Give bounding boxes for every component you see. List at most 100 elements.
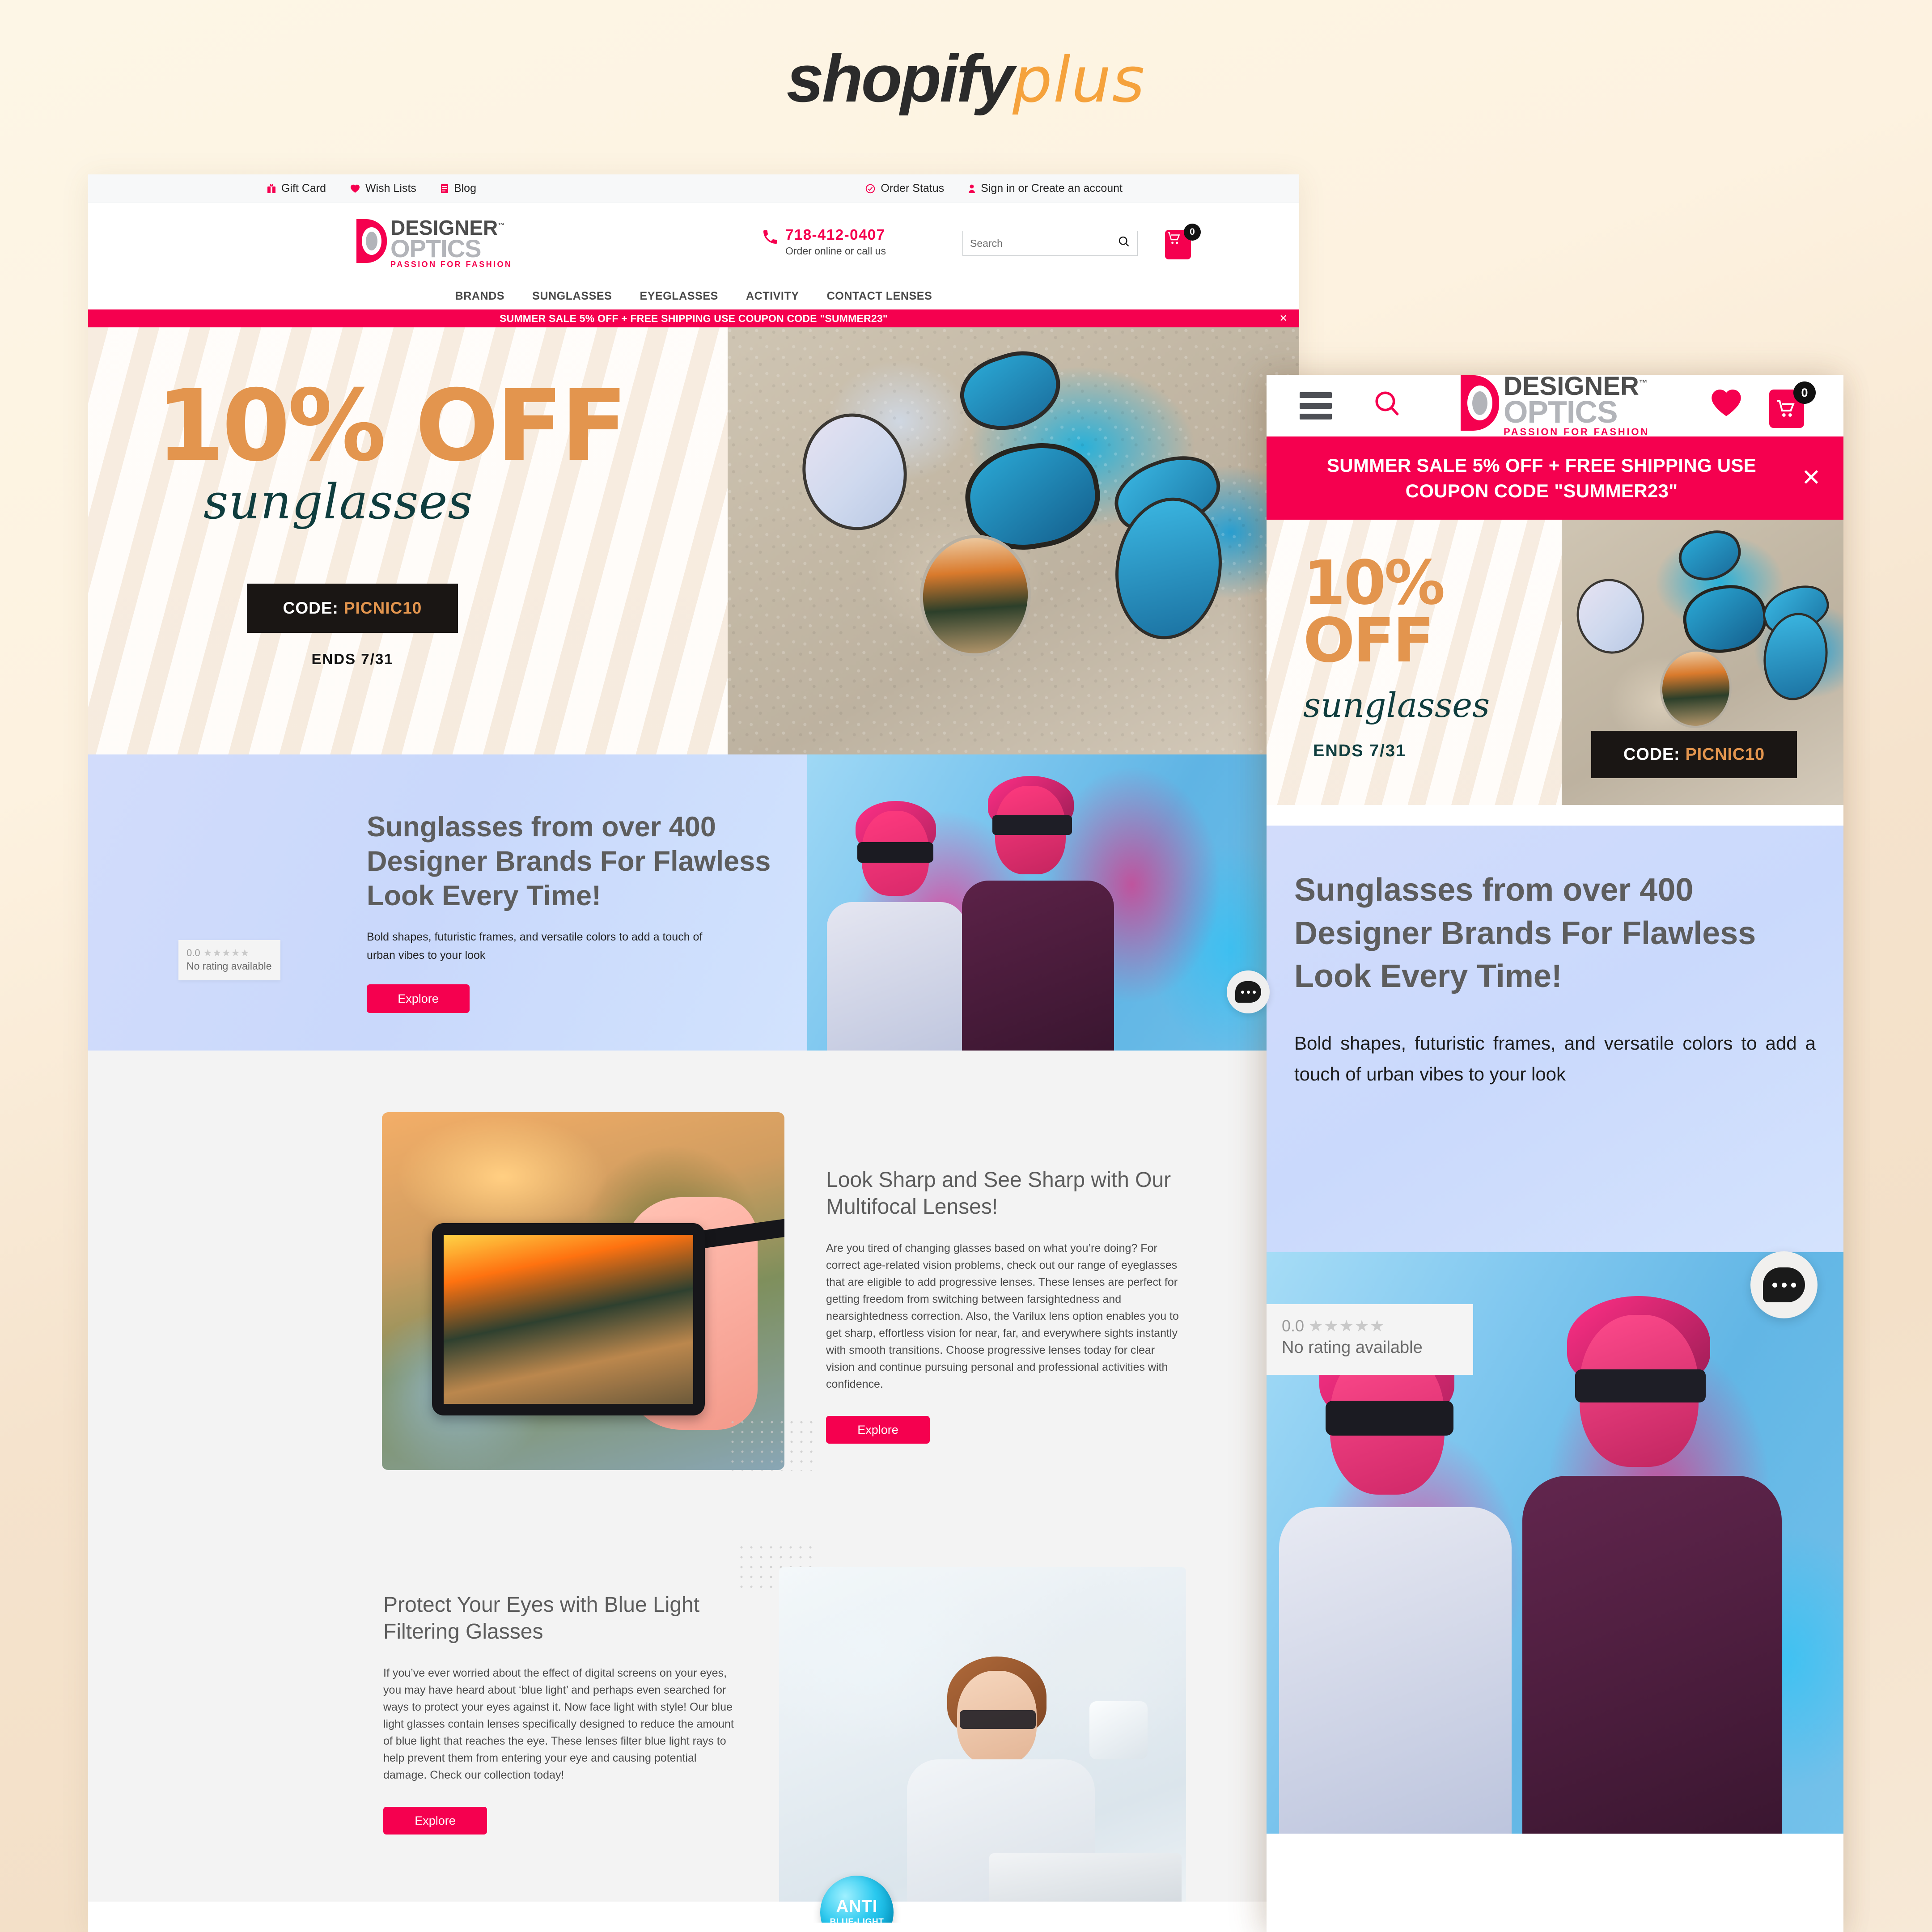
wishlist-heart-icon[interactable] [1710, 388, 1742, 423]
mobile-cart-button[interactable]: 0 [1765, 381, 1816, 430]
close-icon[interactable]: ✕ [1279, 313, 1288, 324]
blog-label: Blog [453, 182, 476, 195]
shopify-plus-logo: shopifyplus [0, 45, 1932, 112]
nav-item-contact-lenses[interactable]: CONTACT LENSES [827, 290, 932, 303]
mobile-hero-ends: ENDS 7/31 [1313, 741, 1407, 761]
rating-stars-icon: ★★★★★ [1309, 1317, 1385, 1335]
logo-d-mark-icon [356, 219, 387, 263]
search-icon[interactable] [1118, 235, 1130, 251]
rating-label: No rating available [186, 960, 272, 972]
logo-tagline: PASSION FOR FASHION [390, 259, 513, 269]
logo-optics: OPTICS [1503, 394, 1618, 430]
mobile-hero-banner[interactable]: 10% OFF sunglasses ENDS 7/31 CODE: PICNIC… [1267, 520, 1843, 805]
account-link[interactable]: Sign in or Create an account [968, 182, 1123, 195]
mobile-hero-percent: 10% OFF [1303, 553, 1445, 671]
mobile-header: DESIGNER™ OPTICS PASSION FOR FASHION 0 [1267, 375, 1843, 436]
search-box[interactable] [962, 231, 1138, 256]
blog-link[interactable]: Blog [441, 182, 476, 195]
rating-value: 0.0 [1282, 1317, 1305, 1335]
close-icon[interactable]: ✕ [1801, 462, 1821, 494]
rating-value: 0.0 [186, 947, 200, 958]
top-bar-left-links: Gift Card Wish Lists Blog [267, 182, 476, 195]
feature2-explore-button[interactable]: Explore [383, 1807, 487, 1835]
sunglasses-promo-section: Sunglasses from over 400 Designer Brands… [88, 754, 1299, 1051]
mobile-promo-banner: SUMMER SALE 5% OFF + FREE SHIPPING USE C… [1267, 436, 1843, 520]
model-male-sunglasses [992, 815, 1072, 835]
sunglass-lens-palm-reflection [1656, 646, 1736, 732]
user-icon [968, 184, 975, 194]
feature1-paragraph: Are you tired of changing glasses based … [826, 1242, 1179, 1391]
model-female-body [1279, 1507, 1512, 1834]
chat-bubble-icon [1763, 1267, 1805, 1303]
feature2-heading: Protect Your Eyes with Blue Light Filter… [383, 1593, 700, 1644]
nav-item-brands[interactable]: BRANDS [455, 290, 505, 303]
chat-widget-button[interactable] [1227, 970, 1270, 1013]
hero-ends-text: ENDS 7/31 [311, 651, 394, 667]
cart-button[interactable]: 0 [1161, 224, 1202, 262]
mobile-hero-script: sunglasses [1303, 685, 1490, 725]
mobile-hero-left-panel: 10% OFF sunglasses ENDS 7/31 [1267, 520, 1562, 805]
phone-icon [761, 228, 779, 249]
order-status-icon [865, 184, 875, 194]
account-label: Sign in or Create an account [981, 182, 1123, 195]
logo-text: DESIGNER™ OPTICS PASSION FOR FASHION [390, 216, 513, 269]
dot-pattern-decoration [728, 1417, 813, 1471]
site-header: DESIGNER™ OPTICS PASSION FOR FASHION 718… [88, 203, 1299, 283]
nav-item-activity[interactable]: ACTIVITY [746, 290, 799, 303]
feature1-explore-button[interactable]: Explore [826, 1416, 930, 1444]
gift-card-link[interactable]: Gift Card [267, 182, 326, 195]
model-male-body [1522, 1476, 1782, 1834]
models-photo [807, 754, 1299, 1051]
feature2-paragraph: If you’ve ever worried about the effect … [383, 1667, 734, 1782]
promo-heading: Sunglasses from over 400 Designer Brands… [367, 811, 771, 911]
promo-explore-button[interactable]: Explore [367, 984, 470, 1013]
main-navigation: BRANDS SUNGLASSES EYEGLASSES ACTIVITY CO… [88, 283, 1299, 309]
blog-icon [441, 184, 449, 194]
plus-wordmark: plus [1012, 44, 1146, 117]
logo-designer: DESIGNER™ [390, 216, 505, 239]
hero-banner[interactable]: 10% OFF sunglasses CODE: PICNIC10 ENDS 7/… [88, 327, 1299, 754]
logo-designer: DESIGNER™ [1503, 375, 1648, 401]
search-input[interactable] [970, 237, 1118, 250]
hero-script-text: sunglasses [203, 474, 473, 530]
sunglass-lens-blue-top [1673, 524, 1747, 589]
mobile-rating-widget[interactable]: 0.0 ★★★★★ No rating available [1267, 1304, 1473, 1375]
nav-item-eyeglasses[interactable]: EYEGLASSES [640, 290, 718, 303]
sunglass-lens-blue-center [1678, 579, 1772, 659]
mobile-site-mockup: DESIGNER™ OPTICS PASSION FOR FASHION 0 S… [1267, 375, 1843, 1932]
sunglass-lens-round-silver [1570, 572, 1651, 660]
model-male-body [962, 881, 1114, 1051]
logo-d-mark-icon [1460, 375, 1499, 431]
shopify-wordmark: shopify [786, 41, 1014, 116]
rating-row: 0.0 ★★★★★ [1282, 1317, 1458, 1335]
mobile-spacer [1267, 805, 1843, 826]
promo-paragraph: Bold shapes, futuristic frames, and vers… [367, 931, 703, 962]
promo-banner: SUMMER SALE 5% OFF + FREE SHIPPING USE C… [88, 309, 1299, 327]
phone-block[interactable]: 718-412-0407 Order online or call us [761, 226, 886, 257]
mobile-chat-widget-button[interactable] [1750, 1251, 1818, 1319]
utility-top-bar: Gift Card Wish Lists Blog Order Status S… [88, 174, 1299, 203]
feature-sections: Look Sharp and See Sharp with Our Multif… [88, 1051, 1299, 1932]
wish-lists-label: Wish Lists [365, 182, 416, 195]
gift-card-icon [267, 184, 276, 194]
wish-lists-link[interactable]: Wish Lists [350, 182, 416, 195]
feature1-heading: Look Sharp and See Sharp with Our Multif… [826, 1168, 1171, 1219]
rating-row: 0.0 ★★★★★ [186, 947, 272, 959]
site-logo[interactable]: DESIGNER™ OPTICS PASSION FOR FASHION [356, 216, 513, 269]
rating-widget[interactable]: 0.0 ★★★★★ No rating available [178, 940, 280, 980]
feature2-text-block: Protect Your Eyes with Blue Light Filter… [383, 1592, 741, 1835]
gift-card-label: Gift Card [281, 182, 326, 195]
model-female-sunglasses [857, 842, 933, 863]
mobile-promo-paragraph: Bold shapes, futuristic frames, and vers… [1294, 1032, 1816, 1085]
order-status-link[interactable]: Order Status [865, 182, 944, 195]
logo-tagline: PASSION FOR FASHION [1503, 426, 1650, 437]
hero-percent-text: 10% OFF [156, 369, 628, 483]
hero-code-label: CODE: [283, 599, 339, 617]
mobile-promo-heading: Sunglasses from over 400 Designer Brands… [1294, 872, 1756, 995]
feature1-text-block: Look Sharp and See Sharp with Our Multif… [826, 1167, 1184, 1444]
mobile-site-logo[interactable]: DESIGNER™ OPTICS PASSION FOR FASHION [1267, 375, 1843, 436]
chat-bubble-icon [1235, 981, 1261, 1003]
desk-lamp [1089, 1701, 1148, 1759]
mobile-sunglasses-promo-section: Sunglasses from over 400 Designer Brands… [1267, 826, 1843, 1834]
nav-item-sunglasses[interactable]: SUNGLASSES [532, 290, 612, 303]
